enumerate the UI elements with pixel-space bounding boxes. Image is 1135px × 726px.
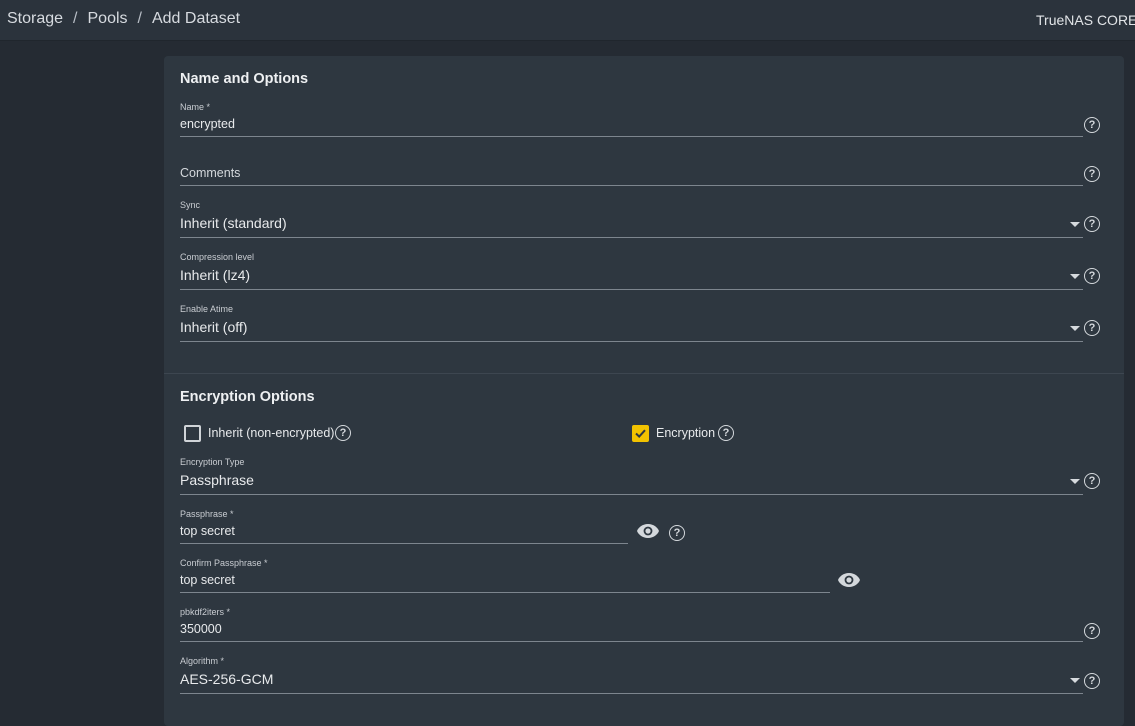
help-icon[interactable]: ?: [1084, 623, 1100, 639]
compression-select[interactable]: Compression level Inherit (lz4) ?: [180, 252, 1120, 292]
add-dataset-form: Name and Options Name * encrypted ? Comm…: [164, 56, 1124, 726]
atime-select[interactable]: Enable Atime Inherit (off) ?: [180, 304, 1120, 344]
compression-underline: [180, 289, 1083, 290]
comments-underline: [180, 185, 1083, 186]
sync-underline: [180, 237, 1083, 238]
sync-value: Inherit (standard): [180, 215, 287, 231]
sync-label: Sync: [180, 200, 201, 210]
compression-value: Inherit (lz4): [180, 267, 251, 283]
comments-field: Comments ?: [180, 156, 1120, 188]
help-icon[interactable]: ?: [1084, 166, 1100, 182]
breadcrumb-add-dataset: Add Dataset: [151, 10, 241, 27]
passphrase-underline: [180, 543, 628, 544]
breadcrumb: Storage / Pools / Add Dataset: [7, 10, 240, 28]
eye-icon[interactable]: [837, 572, 861, 588]
atime-value: Inherit (off): [180, 319, 248, 335]
pbkdf2iters-underline: [180, 641, 1083, 642]
encryption-type-underline: [180, 494, 1083, 495]
help-icon[interactable]: ?: [1084, 216, 1100, 232]
compression-label: Compression level: [180, 252, 255, 262]
caret-down-icon: [1070, 222, 1080, 227]
caret-down-icon: [1070, 326, 1080, 331]
encryption-type-select[interactable]: Encryption Type Passphrase ?: [180, 457, 1120, 497]
help-icon[interactable]: ?: [1084, 473, 1100, 489]
algorithm-value: AES-256-GCM: [180, 671, 274, 687]
help-icon[interactable]: ?: [1084, 268, 1100, 284]
breadcrumb-separator: /: [73, 10, 78, 27]
atime-label: Enable Atime: [180, 304, 234, 314]
algorithm-underline: [180, 693, 1083, 694]
breadcrumb-separator: /: [137, 10, 142, 27]
algorithm-select[interactable]: Algorithm * AES-256-GCM ?: [180, 656, 1120, 696]
top-bar: Storage / Pools / Add Dataset TrueNAS CO…: [0, 0, 1135, 41]
section-divider: [164, 373, 1124, 374]
help-icon[interactable]: ?: [1084, 673, 1100, 689]
name-field: Name * encrypted ?: [180, 102, 1120, 138]
encryption-type-label: Encryption Type: [180, 457, 245, 467]
caret-down-icon: [1070, 479, 1080, 484]
confirm-passphrase-underline: [180, 592, 830, 593]
algorithm-label: Algorithm *: [180, 656, 225, 666]
encryption-checkbox-label[interactable]: Encryption: [656, 426, 715, 440]
help-icon[interactable]: ?: [335, 425, 351, 441]
caret-down-icon: [1070, 678, 1080, 683]
pbkdf2iters-label: pbkdf2iters *: [180, 607, 231, 617]
sync-select[interactable]: Sync Inherit (standard) ?: [180, 200, 1120, 240]
passphrase-input[interactable]: top secret: [180, 524, 235, 538]
inherit-checkbox[interactable]: [184, 425, 201, 442]
atime-underline: [180, 341, 1083, 342]
encryption-type-value: Passphrase: [180, 472, 254, 488]
confirm-passphrase-label: Confirm Passphrase *: [180, 558, 268, 568]
breadcrumb-pools[interactable]: Pools: [88, 10, 128, 28]
help-icon[interactable]: ?: [1084, 320, 1100, 336]
eye-icon[interactable]: [636, 523, 660, 539]
name-label: Name *: [180, 102, 211, 112]
encryption-checkbox[interactable]: [632, 425, 649, 442]
pbkdf2iters-field: pbkdf2iters * 350000 ?: [180, 607, 1120, 643]
comments-input[interactable]: Comments: [180, 166, 240, 180]
passphrase-field: Passphrase * top secret ?: [180, 509, 1120, 545]
breadcrumb-storage[interactable]: Storage: [7, 10, 63, 28]
inherit-checkbox-label[interactable]: Inherit (non-encrypted): [208, 426, 334, 440]
help-icon[interactable]: ?: [1084, 117, 1100, 133]
name-input[interactable]: encrypted: [180, 117, 235, 131]
check-icon: [635, 429, 646, 439]
passphrase-label: Passphrase *: [180, 509, 234, 519]
name-underline: [180, 136, 1083, 137]
section-title-encryption-options: Encryption Options: [180, 389, 315, 405]
confirm-passphrase-input[interactable]: top secret: [180, 573, 235, 587]
pbkdf2iters-input[interactable]: 350000: [180, 622, 222, 636]
product-name: TrueNAS CORE©: [1036, 12, 1135, 28]
help-icon[interactable]: ?: [669, 525, 685, 541]
caret-down-icon: [1070, 274, 1080, 279]
section-title-name-options: Name and Options: [180, 71, 309, 87]
confirm-passphrase-field: Confirm Passphrase * top secret: [180, 558, 1120, 594]
help-icon[interactable]: ?: [718, 425, 734, 441]
